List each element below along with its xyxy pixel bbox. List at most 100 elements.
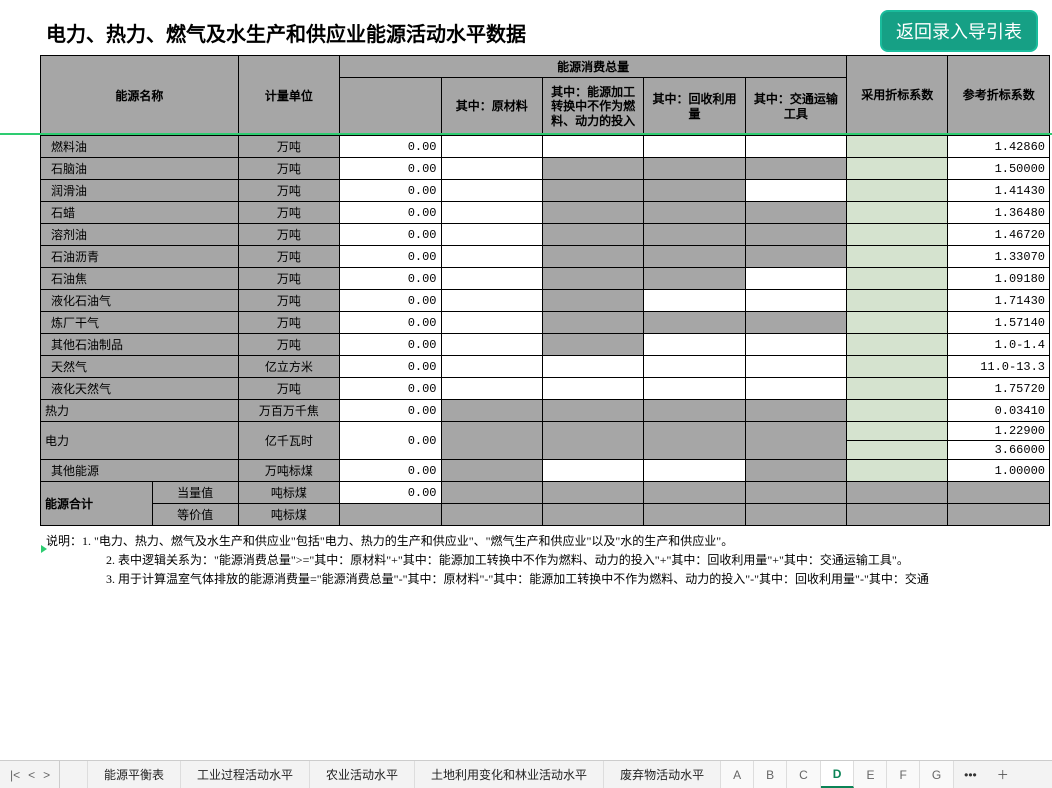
cell[interactable]: 0.00 <box>340 460 441 482</box>
cell[interactable] <box>441 378 542 400</box>
cell[interactable] <box>948 504 1050 526</box>
cell[interactable]: 0.00 <box>340 378 441 400</box>
cell[interactable] <box>847 246 948 268</box>
cell[interactable] <box>847 136 948 158</box>
cell[interactable]: 万吨 <box>238 378 339 400</box>
cell[interactable] <box>542 224 643 246</box>
cell[interactable] <box>847 312 948 334</box>
cell[interactable]: 润滑油 <box>41 180 239 202</box>
cell[interactable]: 1.42860 <box>948 136 1050 158</box>
back-button[interactable]: 返回录入导引表 <box>880 10 1038 52</box>
cell[interactable]: 电力 <box>41 422 239 460</box>
cell[interactable] <box>745 268 846 290</box>
cell[interactable] <box>644 180 745 202</box>
cell[interactable] <box>542 334 643 356</box>
cell[interactable] <box>644 378 745 400</box>
cell[interactable]: 万吨 <box>238 334 339 356</box>
cell[interactable] <box>745 246 846 268</box>
cell[interactable]: 石油沥青 <box>41 246 239 268</box>
cell[interactable]: 0.00 <box>340 136 441 158</box>
sheet-tab[interactable]: 农业活动水平 <box>310 761 415 788</box>
cell[interactable] <box>542 378 643 400</box>
tabs-more-icon[interactable]: ••• <box>954 768 987 782</box>
cell[interactable]: 0.00 <box>340 422 441 460</box>
cell[interactable]: 吨标煤 <box>238 504 339 526</box>
nav-next-icon[interactable]: > <box>43 768 50 782</box>
sheet-tab[interactable]: 工业过程活动水平 <box>181 761 310 788</box>
cell[interactable] <box>542 136 643 158</box>
cell[interactable] <box>644 246 745 268</box>
cell[interactable] <box>644 202 745 224</box>
cell[interactable] <box>745 136 846 158</box>
sheet-tab-D[interactable]: D <box>821 761 855 788</box>
cell[interactable]: 11.0-13.3 <box>948 356 1050 378</box>
cell[interactable]: 0.00 <box>340 246 441 268</box>
cell[interactable] <box>441 400 542 422</box>
cell[interactable] <box>847 441 948 460</box>
cell[interactable]: 液化天然气 <box>41 378 239 400</box>
cell[interactable] <box>644 224 745 246</box>
cell[interactable] <box>441 482 542 504</box>
cell[interactable]: 1.09180 <box>948 268 1050 290</box>
cell[interactable] <box>441 290 542 312</box>
cell[interactable] <box>644 504 745 526</box>
cell[interactable] <box>745 356 846 378</box>
nav-prev-icon[interactable]: < <box>28 768 35 782</box>
cell[interactable] <box>644 356 745 378</box>
cell[interactable]: 炼厂干气 <box>41 312 239 334</box>
cell[interactable]: 0.00 <box>340 158 441 180</box>
cell[interactable] <box>847 400 948 422</box>
cell[interactable] <box>847 180 948 202</box>
cell[interactable]: 当量值 <box>152 482 238 504</box>
cell[interactable]: 万吨 <box>238 290 339 312</box>
cell[interactable] <box>542 460 643 482</box>
cell[interactable]: 燃料油 <box>41 136 239 158</box>
cell[interactable] <box>745 158 846 180</box>
cell[interactable]: 1.46720 <box>948 224 1050 246</box>
cell[interactable] <box>644 312 745 334</box>
cell[interactable] <box>644 460 745 482</box>
cell[interactable]: 1.22900 <box>948 422 1050 441</box>
cell[interactable]: 0.00 <box>340 334 441 356</box>
cell[interactable] <box>542 290 643 312</box>
cell[interactable] <box>441 334 542 356</box>
cell[interactable]: 0.00 <box>340 202 441 224</box>
cell[interactable]: 亿千瓦时 <box>238 422 339 460</box>
cell[interactable]: 0.00 <box>340 224 441 246</box>
cell[interactable] <box>542 504 643 526</box>
cell[interactable] <box>644 482 745 504</box>
cell[interactable] <box>644 136 745 158</box>
cell[interactable] <box>745 180 846 202</box>
cell[interactable] <box>847 224 948 246</box>
cell[interactable] <box>644 334 745 356</box>
cell[interactable] <box>847 378 948 400</box>
cell[interactable]: 万吨 <box>238 136 339 158</box>
cell[interactable] <box>441 202 542 224</box>
cell[interactable] <box>847 268 948 290</box>
cell[interactable]: 液化石油气 <box>41 290 239 312</box>
cell[interactable] <box>542 202 643 224</box>
cell[interactable]: 其他能源 <box>41 460 239 482</box>
cell[interactable] <box>745 422 846 460</box>
cell[interactable]: 0.00 <box>340 268 441 290</box>
cell[interactable] <box>847 290 948 312</box>
cell[interactable]: 万吨 <box>238 224 339 246</box>
cell[interactable]: 0.00 <box>340 482 441 504</box>
cell[interactable]: 万吨标煤 <box>238 460 339 482</box>
cell[interactable] <box>644 158 745 180</box>
cell[interactable]: 0.00 <box>340 356 441 378</box>
cell[interactable] <box>745 504 846 526</box>
cell[interactable]: 0.00 <box>340 180 441 202</box>
cell[interactable] <box>644 422 745 460</box>
cell[interactable] <box>644 268 745 290</box>
cell[interactable] <box>847 482 948 504</box>
cell[interactable] <box>847 422 948 441</box>
sheet-tab-G[interactable]: G <box>920 761 954 788</box>
cell[interactable]: 石油焦 <box>41 268 239 290</box>
cell[interactable]: 1.75720 <box>948 378 1050 400</box>
cell[interactable] <box>542 246 643 268</box>
cell[interactable]: 1.57140 <box>948 312 1050 334</box>
cell[interactable] <box>441 224 542 246</box>
sheet-tab-B[interactable]: B <box>754 761 787 788</box>
cell[interactable]: 0.03410 <box>948 400 1050 422</box>
